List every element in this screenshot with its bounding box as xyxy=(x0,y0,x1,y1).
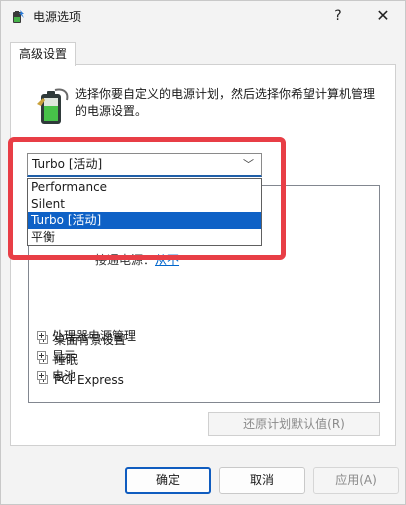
plan-description: 选择你要自定义的电源计划，然后选择你希望计算机管理的电源设置。 xyxy=(75,87,376,118)
restore-defaults-button[interactable]: 还原计划默认值(R) xyxy=(208,412,380,436)
tree-item-battery[interactable]: 电池 xyxy=(37,367,76,385)
close-button[interactable]: ✕ xyxy=(369,5,397,27)
ok-button[interactable]: 确定 xyxy=(125,467,211,494)
tree-item-display[interactable]: 显示 xyxy=(37,347,76,365)
tree-item-label: 显示 xyxy=(52,349,77,363)
apply-button[interactable]: 应用(A) xyxy=(313,467,399,494)
tree-item-label: 电池 xyxy=(52,369,77,383)
battery-plug-icon xyxy=(37,88,69,124)
dropdown-option-performance[interactable]: Performance xyxy=(28,179,261,196)
tree-partial-line: 接通电源：从不 xyxy=(95,251,179,268)
window-title: 电源选项 xyxy=(33,10,82,24)
tree-item-processor-power-management[interactable]: 处理器电源管理 xyxy=(37,327,136,345)
advanced-settings-panel: 选择你要自定义的电源计划，然后选择你希望计算机管理的电源设置。 接通电源：从不 … xyxy=(10,64,396,446)
partial-line-link[interactable]: 从不 xyxy=(155,253,179,267)
tree-item-label: 处理器电源管理 xyxy=(52,329,137,343)
power-options-icon xyxy=(13,10,24,23)
dropdown-option-silent[interactable]: Silent xyxy=(28,196,261,213)
help-button[interactable]: ? xyxy=(324,5,352,27)
plan-select-value: Turbo [活动] xyxy=(32,157,103,171)
title-bar: 电源选项 ? ✕ xyxy=(1,1,405,31)
plan-dropdown-list[interactable]: Performance Silent Turbo [活动] 平衡 xyxy=(27,178,262,246)
dropdown-option-balanced[interactable]: 平衡 xyxy=(28,229,261,246)
tab-advanced-settings[interactable]: 高级设置 xyxy=(10,42,77,66)
expand-icon[interactable] xyxy=(37,351,46,360)
dropdown-option-turbo[interactable]: Turbo [活动] xyxy=(28,212,261,229)
chevron-down-icon: ﹀ xyxy=(243,158,254,171)
power-plan-select[interactable]: Turbo [活动] ﹀ xyxy=(27,153,262,177)
partial-line-text: 接通电源： xyxy=(95,253,156,267)
cancel-button[interactable]: 取消 xyxy=(219,467,305,494)
expand-icon[interactable] xyxy=(37,371,46,380)
power-options-dialog: 电源选项 ? ✕ 高级设置 选择你要自定义的电源计划，然后选择你希望计算机管理的… xyxy=(0,0,406,505)
expand-icon[interactable] xyxy=(37,331,46,340)
